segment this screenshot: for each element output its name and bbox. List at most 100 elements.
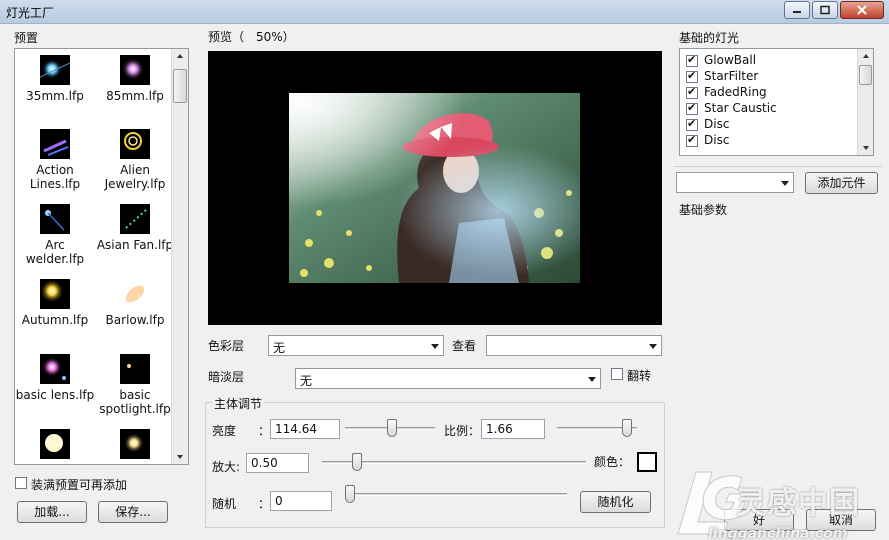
scroll-up-button[interactable]: [858, 49, 873, 63]
light-checkbox[interactable]: [686, 117, 698, 131]
random-input[interactable]: 0: [270, 491, 332, 511]
light-checkbox[interactable]: [686, 85, 698, 99]
light-checkbox[interactable]: [686, 69, 698, 83]
preset-item[interactable]: Barlow.lfp: [95, 279, 175, 327]
scale-label: 比例：: [444, 424, 481, 438]
close-button[interactable]: [840, 1, 884, 19]
light-label: Disc: [704, 117, 730, 131]
chevron-up-icon: [862, 54, 869, 58]
brightness-input[interactable]: 114.64: [270, 419, 340, 439]
flip-label: 翻转: [627, 369, 652, 383]
color-layer-value: 无: [273, 341, 286, 355]
preset-thumbnail: [120, 279, 150, 309]
brightness-slider-thumb[interactable]: [387, 419, 398, 437]
preset-item[interactable]: Arc welder.lfp: [15, 204, 95, 266]
add-element-button[interactable]: 添加元件: [805, 172, 878, 194]
scale-input[interactable]: 1.66: [481, 419, 545, 439]
basic-lights-label: 基础的灯光: [679, 31, 740, 45]
zoom-slider-thumb[interactable]: [351, 453, 362, 471]
minimize-icon: [793, 11, 801, 13]
preset-item[interactable]: Autumn.lfp: [15, 279, 95, 327]
scroll-thumb[interactable]: [173, 69, 187, 103]
light-label: FadedRing: [704, 85, 767, 99]
preset-label: Action Lines.lfp: [29, 163, 81, 191]
scroll-down-button[interactable]: [858, 141, 873, 155]
preset-item[interactable]: Asian Fan.lfp: [95, 204, 175, 252]
random-colon: ：: [258, 497, 271, 511]
presets-list[interactable]: 35mm.lfp 85mm.lfp Action Lines.lfp Alien…: [14, 48, 189, 465]
preset-thumbnail: [40, 279, 70, 309]
preset-item[interactable]: Action Lines.lfp: [15, 129, 95, 191]
preset-label: Barlow.lfp: [105, 313, 165, 327]
light-label: StarFilter: [704, 69, 759, 83]
preset-label: Arc welder.lfp: [25, 238, 85, 266]
shade-layer-select[interactable]: 无: [295, 368, 601, 389]
preset-item[interactable]: [15, 429, 95, 463]
window-title: 灯光工厂: [6, 6, 55, 20]
fill-presets-checkbox[interactable]: [15, 477, 27, 489]
preset-item[interactable]: 35mm.lfp: [15, 55, 95, 103]
scale-slider-thumb[interactable]: [622, 419, 633, 437]
preset-label: Asian Fan.lfp: [96, 238, 174, 252]
fill-presets-label: 装满预置可再添加: [31, 478, 128, 492]
preset-item[interactable]: basic spotlight.lfp: [95, 354, 175, 416]
light-label: Disc: [704, 133, 730, 147]
color-layer-label: 色彩层: [208, 339, 245, 353]
light-checkbox[interactable]: [686, 101, 698, 115]
preset-label: Autumn.lfp: [21, 313, 89, 327]
light-label: GlowBall: [704, 53, 757, 67]
maximize-icon: [820, 5, 830, 15]
preset-thumbnail: [40, 354, 70, 384]
lights-scrollbar[interactable]: [857, 49, 873, 155]
preset-label: Alien Jewelry.lfp: [104, 163, 166, 191]
color-layer-select[interactable]: 无: [268, 335, 444, 356]
maximize-button[interactable]: [812, 1, 838, 19]
main-adjust-label: 主体调节: [212, 395, 265, 412]
preset-thumbnail: [120, 129, 150, 159]
preset-thumbnail: [40, 129, 70, 159]
preview-canvas[interactable]: [208, 51, 662, 325]
element-select[interactable]: [676, 172, 794, 193]
preset-thumbnail: [120, 204, 150, 234]
preset-thumbnail: [40, 55, 70, 85]
preset-thumbnail: [120, 429, 150, 459]
random-slider-track[interactable]: [345, 493, 567, 496]
preset-label: 85mm.lfp: [106, 89, 164, 103]
light-checkbox[interactable]: [686, 133, 698, 147]
color-label: 颜色：: [594, 455, 631, 469]
chevron-down-icon: [862, 146, 869, 150]
scroll-thumb[interactable]: [859, 65, 872, 85]
presets-scrollbar[interactable]: [171, 49, 188, 464]
load-button[interactable]: 加载...: [17, 501, 87, 523]
minimize-button[interactable]: [784, 1, 810, 19]
presets-label: 预置: [14, 31, 39, 45]
ok-button[interactable]: 好: [724, 509, 794, 531]
flip-checkbox[interactable]: [611, 368, 623, 380]
preset-label: 35mm.lfp: [26, 89, 84, 103]
cancel-button[interactable]: 取消: [806, 509, 876, 531]
chevron-down-icon: [431, 344, 439, 349]
randomize-button[interactable]: 随机化: [580, 491, 651, 513]
divider: [674, 166, 882, 167]
preset-item[interactable]: [95, 429, 175, 463]
scroll-down-button[interactable]: [172, 450, 188, 464]
view-label: 查看: [452, 339, 477, 353]
color-swatch[interactable]: [637, 452, 657, 472]
basic-params-label: 基础参数: [679, 203, 728, 217]
random-slider-thumb[interactable]: [345, 485, 355, 503]
brightness-label: 亮度: [212, 424, 237, 438]
lights-list[interactable]: GlowBall StarFilter FadedRing Star Caust…: [679, 48, 874, 156]
view-select[interactable]: [486, 335, 662, 356]
preset-item[interactable]: basic lens.lfp: [15, 354, 95, 402]
preset-label: basic lens.lfp: [15, 388, 95, 402]
save-button[interactable]: 保存...: [98, 501, 168, 523]
zoom-input[interactable]: 0.50: [246, 453, 309, 473]
preset-thumbnail: [120, 354, 150, 384]
zoom-label: 放大:: [212, 460, 241, 474]
preset-item[interactable]: 85mm.lfp: [95, 55, 175, 103]
light-checkbox[interactable]: [686, 53, 698, 67]
chevron-down-icon: [588, 377, 596, 382]
scroll-up-button[interactable]: [172, 49, 188, 63]
preset-thumbnail: [40, 429, 70, 459]
preset-item[interactable]: Alien Jewelry.lfp: [95, 129, 175, 191]
